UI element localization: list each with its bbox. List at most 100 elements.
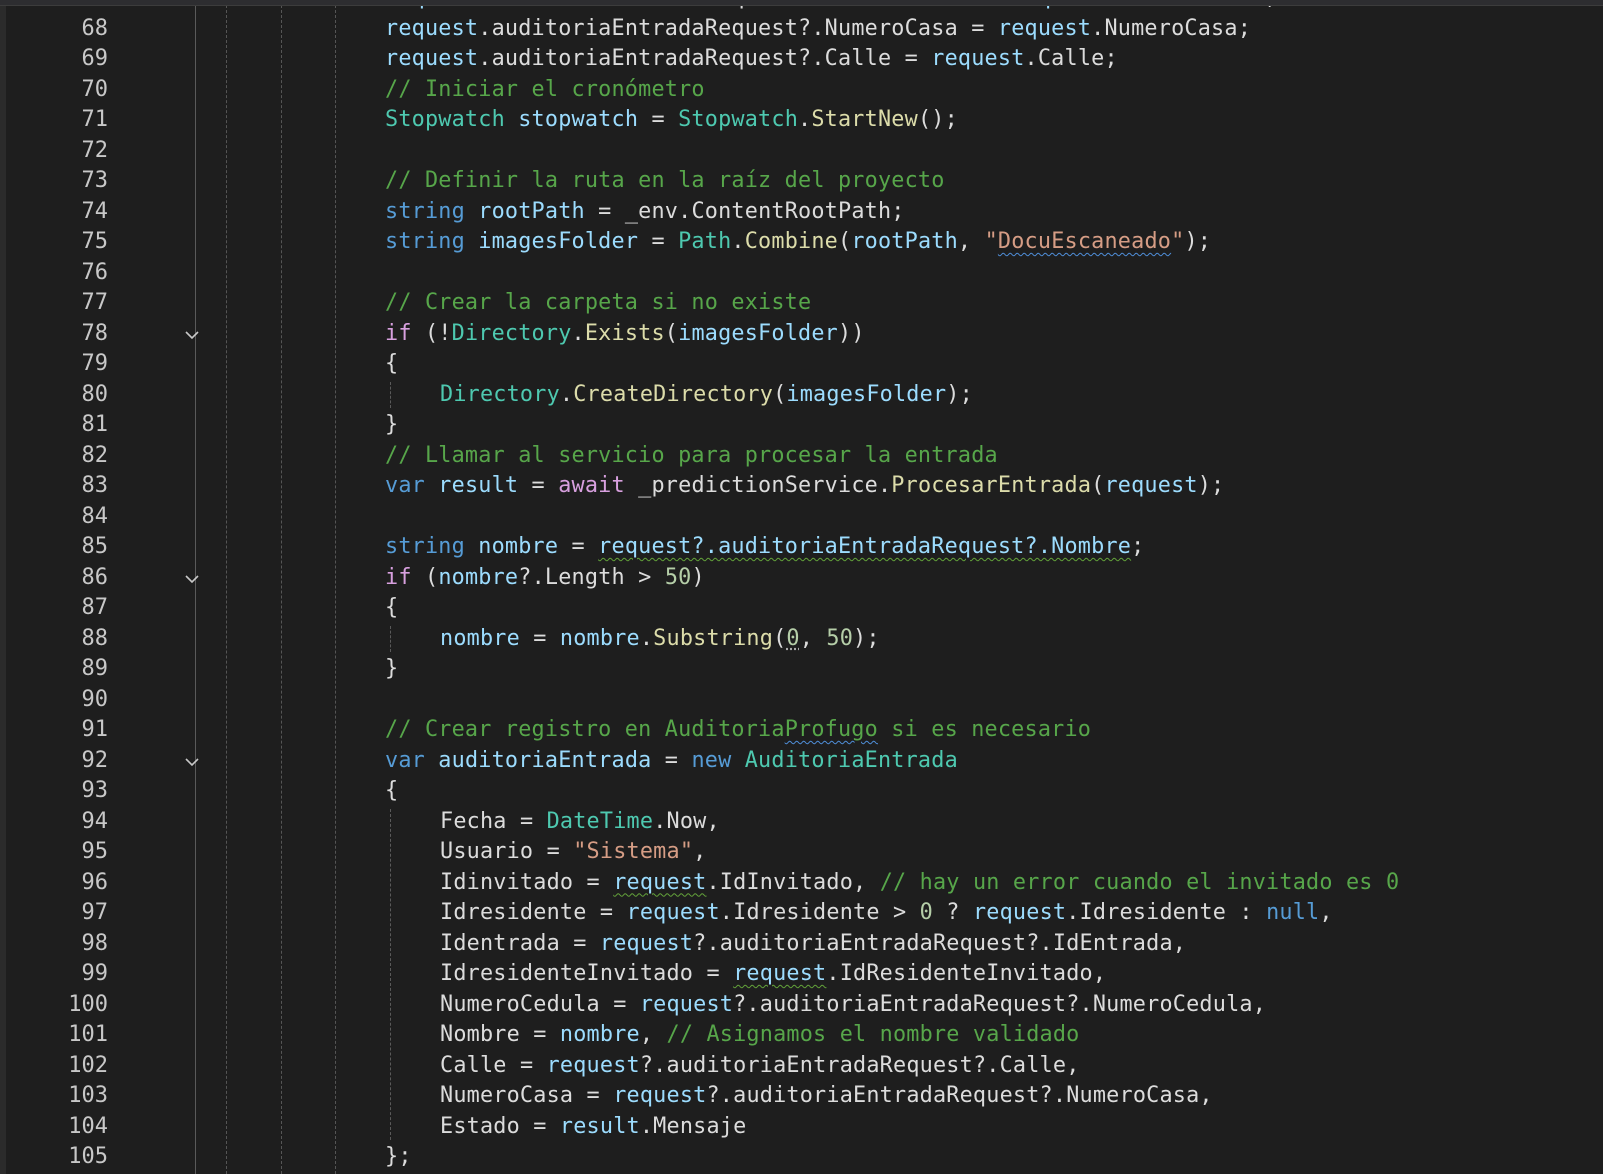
code-line[interactable]: 77 // Crear la carpeta si no existe xyxy=(0,288,1603,319)
code-line[interactable]: 80 Directory.CreateDirectory(imagesFolder… xyxy=(0,380,1603,411)
code-line[interactable]: 99 IdresidenteInvitado = request.IdReside… xyxy=(0,959,1603,990)
code-token: = xyxy=(586,900,627,925)
code-text[interactable]: Idresidente = request.Idresidente > 0 ? … xyxy=(440,898,1333,928)
code-line[interactable]: 84 xyxy=(0,502,1603,533)
code-token: . xyxy=(478,46,492,71)
code-text[interactable]: NumeroCasa = request?.auditoriaEntradaRe… xyxy=(440,1081,1213,1111)
code-line[interactable]: 100 NumeroCedula = request?.auditoriaEntr… xyxy=(0,990,1603,1021)
code-line[interactable]: 104 Estado = result.Mensaje xyxy=(0,1112,1603,1143)
code-line[interactable]: 95 Usuario = "Sistema", xyxy=(0,837,1603,868)
code-text[interactable]: Estado = result.Mensaje xyxy=(440,1112,746,1142)
code-line[interactable]: 71 Stopwatch stopwatch = Stopwatch.StartN… xyxy=(0,105,1603,136)
code-token: NumeroCasa, xyxy=(1066,1083,1213,1108)
code-line[interactable]: 82 // Llamar al servicio para procesar la… xyxy=(0,441,1603,472)
fold-chevron-down-icon[interactable] xyxy=(184,327,200,341)
code-token: if xyxy=(385,564,412,590)
line-number: 86 xyxy=(81,564,109,590)
code-text[interactable]: Directory.CreateDirectory(imagesFolder); xyxy=(440,380,973,410)
code-line[interactable]: 69 request.auditoriaEntradaRequest?.Calle… xyxy=(0,44,1603,75)
code-line[interactable]: 102 Calle = request?.auditoriaEntradaRequ… xyxy=(0,1051,1603,1082)
code-text[interactable]: request.auditoriaEntradaRequest?.NumeroC… xyxy=(385,14,1251,44)
code-line[interactable]: 83 var result = await _predictionService.… xyxy=(0,471,1603,502)
code-line[interactable]: 70 // Iniciar el cronómetro xyxy=(0,75,1603,106)
code-token: result xyxy=(559,1113,640,1139)
code-token: nombre xyxy=(440,625,520,651)
code-token: ( xyxy=(773,625,787,651)
code-text[interactable]: Nombre = nombre, // Asignamos el nombre … xyxy=(440,1020,1080,1050)
code-text[interactable]: NumeroCedula = request?.auditoriaEntrada… xyxy=(440,990,1266,1020)
code-token: = xyxy=(638,229,679,254)
code-text[interactable]: var result = await _predictionService.Pr… xyxy=(385,471,1224,501)
line-number: 99 xyxy=(81,961,109,986)
code-text[interactable]: Fecha = DateTime.Now, xyxy=(440,807,720,837)
code-text[interactable]: } xyxy=(385,654,398,684)
code-text[interactable]: { xyxy=(385,593,398,623)
code-text[interactable]: Usuario = "Sistema", xyxy=(440,837,706,867)
code-text[interactable]: { xyxy=(385,776,398,806)
code-line[interactable]: 74 string rootPath = _env.ContentRootPath… xyxy=(0,197,1603,228)
code-line[interactable]: 101 Nombre = nombre, // Asignamos el nomb… xyxy=(0,1020,1603,1051)
code-text[interactable]: // Crear la carpeta si no existe xyxy=(385,288,811,318)
code-text[interactable]: var auditoriaEntrada = new AuditoriaEntr… xyxy=(385,746,958,776)
code-text[interactable]: IdresidenteInvitado = request.IdResident… xyxy=(440,959,1106,989)
code-token: Idresidente xyxy=(440,900,587,925)
code-line[interactable]: 97 Idresidente = request.Idresidente > 0 … xyxy=(0,898,1603,929)
code-line[interactable]: 75 string imagesFolder = Path.Combine(roo… xyxy=(0,227,1603,258)
code-text[interactable]: // Definir la ruta en la raíz del proyec… xyxy=(385,166,945,196)
code-line[interactable]: 86 if (nombre?.Length > 50) xyxy=(0,563,1603,594)
code-token: Idinvitado xyxy=(440,869,574,895)
fold-chevron-down-icon[interactable] xyxy=(184,571,200,585)
code-token: imagesFolder xyxy=(786,381,947,407)
code-line[interactable]: 78 if (!Directory.Exists(imagesFolder)) xyxy=(0,319,1603,350)
code-text[interactable]: // Llamar al servicio para procesar la e… xyxy=(385,441,998,471)
code-line[interactable]: 92 var auditoriaEntrada = new AuditoriaEn… xyxy=(0,746,1603,777)
code-text[interactable]: request.auditoriaEntradaRequest?.Calle =… xyxy=(385,44,1118,74)
code-text[interactable]: Calle = request?.auditoriaEntradaRequest… xyxy=(440,1051,1080,1081)
code-text[interactable]: // Iniciar el cronómetro xyxy=(385,75,705,105)
code-text[interactable]: if (!Directory.Exists(imagesFolder)) xyxy=(385,319,865,349)
code-line[interactable]: 90 xyxy=(0,685,1603,716)
code-token: , xyxy=(957,229,985,254)
code-text[interactable]: Stopwatch stopwatch = Stopwatch.StartNew… xyxy=(385,105,958,135)
code-text[interactable]: string rootPath = _env.ContentRootPath; xyxy=(385,197,905,227)
code-line[interactable]: 72 xyxy=(0,136,1603,167)
code-token: // Crear registro en Auditoria xyxy=(385,717,785,742)
code-token: = xyxy=(651,747,692,773)
code-line[interactable]: 85 string nombre = request?.auditoriaEntr… xyxy=(0,532,1603,563)
code-text[interactable]: Idinvitado = request.IdInvitado, // hay … xyxy=(440,868,1399,898)
code-line[interactable]: 94 Fecha = DateTime.Now, xyxy=(0,807,1603,838)
code-line[interactable]: 105}; xyxy=(0,1142,1603,1173)
code-text[interactable]: }; xyxy=(385,1142,412,1172)
code-text[interactable]: { xyxy=(385,349,398,379)
code-text[interactable]: // Crear registro en AuditoriaProfugo si… xyxy=(385,715,1091,745)
code-line[interactable]: 79 { xyxy=(0,349,1603,380)
line-number: 94 xyxy=(81,808,109,834)
code-text[interactable]: if (nombre?.Length > 50) xyxy=(385,563,705,593)
code-editor[interactable]: 67request.auditoriaEntradaRequest?.Idres… xyxy=(0,0,1603,1174)
code-line[interactable]: 76 xyxy=(0,258,1603,289)
code-line[interactable]: 73 // Definir la ruta en la raíz del proy… xyxy=(0,166,1603,197)
code-line[interactable]: 81} xyxy=(0,410,1603,441)
code-token: IdresidenteInvitado xyxy=(440,961,694,986)
code-text[interactable]: string imagesFolder = Path.Combine(rootP… xyxy=(385,227,1211,257)
code-text[interactable]: nombre = nombre.Substring(0, 50); xyxy=(440,624,880,654)
code-text[interactable]: Identrada = request?.auditoriaEntradaReq… xyxy=(440,929,1186,959)
code-text[interactable]: string nombre = request?.auditoriaEntrad… xyxy=(385,532,1144,562)
code-line[interactable]: 89} xyxy=(0,654,1603,685)
code-line[interactable]: 88 nombre = nombre.Substring(0, 50); xyxy=(0,624,1603,655)
code-token: auditoriaEntradaRequest? xyxy=(491,46,812,71)
code-text[interactable]: } xyxy=(385,410,398,440)
code-line[interactable]: 96 Idinvitado = request.IdInvitado, // ha… xyxy=(0,868,1603,899)
code-line[interactable]: 103 NumeroCasa = request?.auditoriaEntrad… xyxy=(0,1081,1603,1112)
line-number: 74 xyxy=(81,198,109,224)
code-line[interactable]: 93 { xyxy=(0,776,1603,807)
code-line[interactable]: 68 request.auditoriaEntradaRequest?.Numer… xyxy=(0,14,1603,45)
fold-chevron-down-icon[interactable] xyxy=(184,754,200,768)
code-line[interactable]: 91 // Crear registro en AuditoriaProfugo … xyxy=(0,715,1603,746)
code-token: = xyxy=(573,869,614,895)
code-line[interactable]: 87 { xyxy=(0,593,1603,624)
code-line[interactable]: 98 Identrada = request?.auditoriaEntradaR… xyxy=(0,929,1603,960)
code-token: } xyxy=(385,656,399,681)
line-number: 84 xyxy=(81,503,109,529)
code-token: = xyxy=(519,625,560,651)
